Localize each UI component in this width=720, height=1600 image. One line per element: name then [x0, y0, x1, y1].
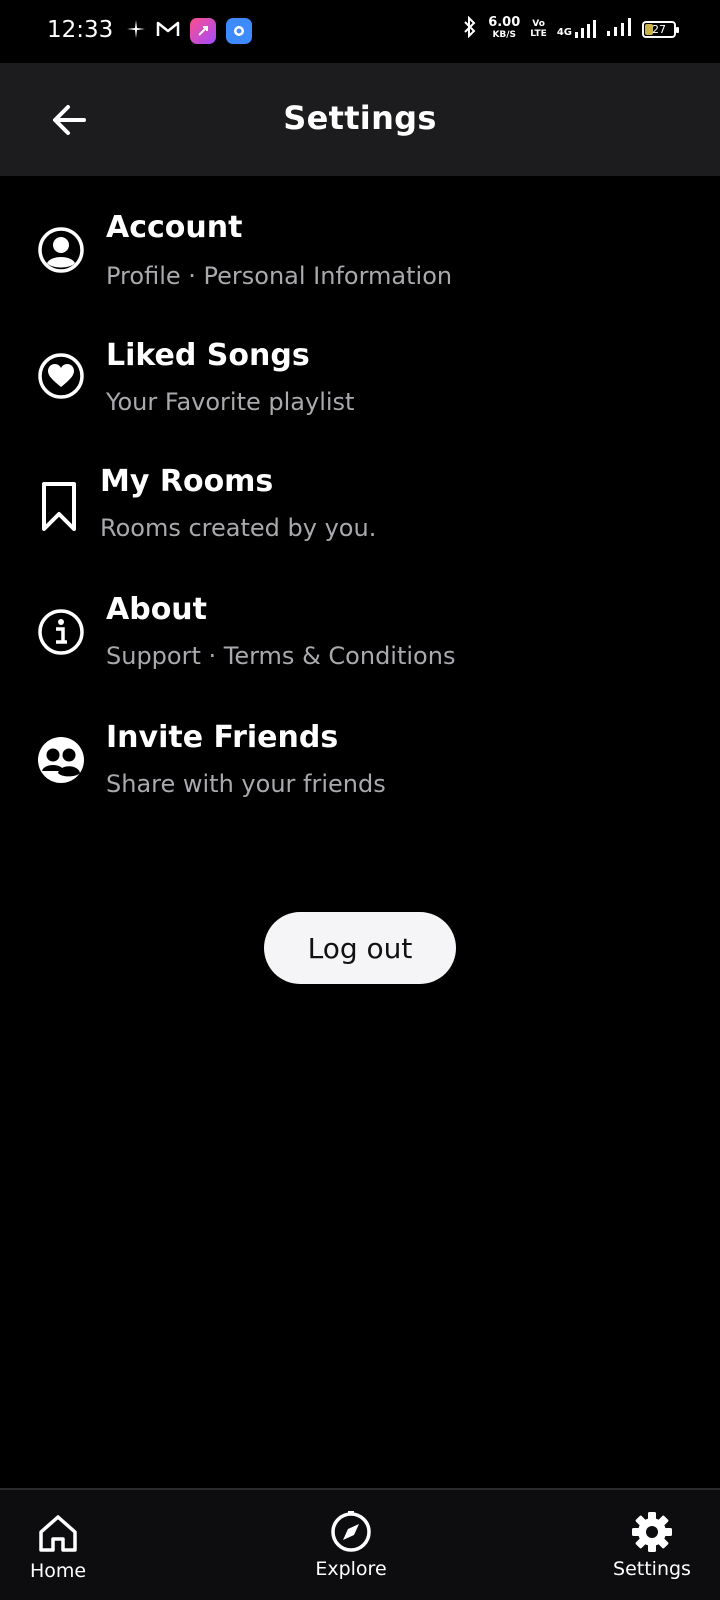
- nav-item-settings[interactable]: Settings: [582, 1490, 720, 1600]
- menu-item-my-rooms[interactable]: My Rooms Rooms created by you.: [0, 454, 720, 574]
- menu-item-liked-songs[interactable]: Liked Songs Your Favorite playlist: [0, 326, 720, 446]
- app-bar: Settings: [0, 63, 720, 176]
- notification-icons: [126, 18, 252, 44]
- gmail-icon: [156, 19, 180, 43]
- network-speed: 6.00 KB/S: [488, 15, 521, 40]
- menu-item-subtitle: Share with your friends: [106, 770, 386, 798]
- sparkle-icon: [126, 19, 146, 43]
- page-title: Settings: [283, 99, 437, 137]
- signal-icon: [606, 18, 632, 40]
- signal-4g-icon: 4G: [557, 20, 596, 38]
- friends-icon: [36, 735, 86, 785]
- menu-item-subtitle: Rooms created by you.: [100, 514, 377, 542]
- app-notification-icon-2: [226, 18, 252, 44]
- logout-button[interactable]: Log out: [264, 912, 456, 984]
- menu-item-subtitle: Your Favorite playlist: [106, 388, 355, 416]
- menu-item-title: My Rooms: [100, 464, 274, 499]
- nav-label: Home: [29, 1560, 87, 1582]
- nav-label: Explore: [315, 1558, 387, 1580]
- account-circle-icon: [36, 225, 86, 275]
- volte-indicator: Vo LTE: [530, 19, 547, 39]
- menu-item-account[interactable]: Account Profile · Personal Information: [0, 198, 720, 318]
- menu-item-title: Liked Songs: [106, 338, 310, 373]
- menu-item-subtitle: Profile · Personal Information: [106, 262, 453, 290]
- status-indicators: 6.00 KB/S Vo LTE 4G 27: [462, 15, 679, 42]
- nav-item-explore[interactable]: Explore: [281, 1490, 421, 1600]
- heart-circle-icon: [36, 351, 86, 401]
- info-icon: [36, 607, 86, 657]
- bottom-nav: Home Explore Settings: [0, 1488, 720, 1600]
- menu-item-title: Invite Friends: [106, 720, 339, 755]
- nav-label: Settings: [613, 1558, 691, 1580]
- menu-item-invite-friends[interactable]: Invite Friends Share with your friends: [0, 710, 720, 830]
- battery-icon: 27: [642, 20, 679, 38]
- bookmark-icon: [34, 482, 84, 532]
- status-time: 12:33: [47, 17, 114, 43]
- compass-icon: [331, 1511, 371, 1552]
- gear-icon: [632, 1512, 672, 1552]
- status-bar: 12:33 6.00 KB/S Vo LTE 4G 27: [0, 0, 720, 63]
- nav-item-home[interactable]: Home: [0, 1490, 128, 1600]
- menu-item-subtitle: Support · Terms & Conditions: [106, 642, 456, 670]
- menu-item-title: About: [106, 592, 208, 627]
- menu-item-about[interactable]: About Support · Terms & Conditions: [0, 582, 720, 702]
- home-icon: [39, 1515, 77, 1552]
- app-notification-icon: [190, 18, 216, 44]
- menu-item-title: Account: [106, 210, 243, 245]
- bluetooth-icon: [462, 15, 478, 42]
